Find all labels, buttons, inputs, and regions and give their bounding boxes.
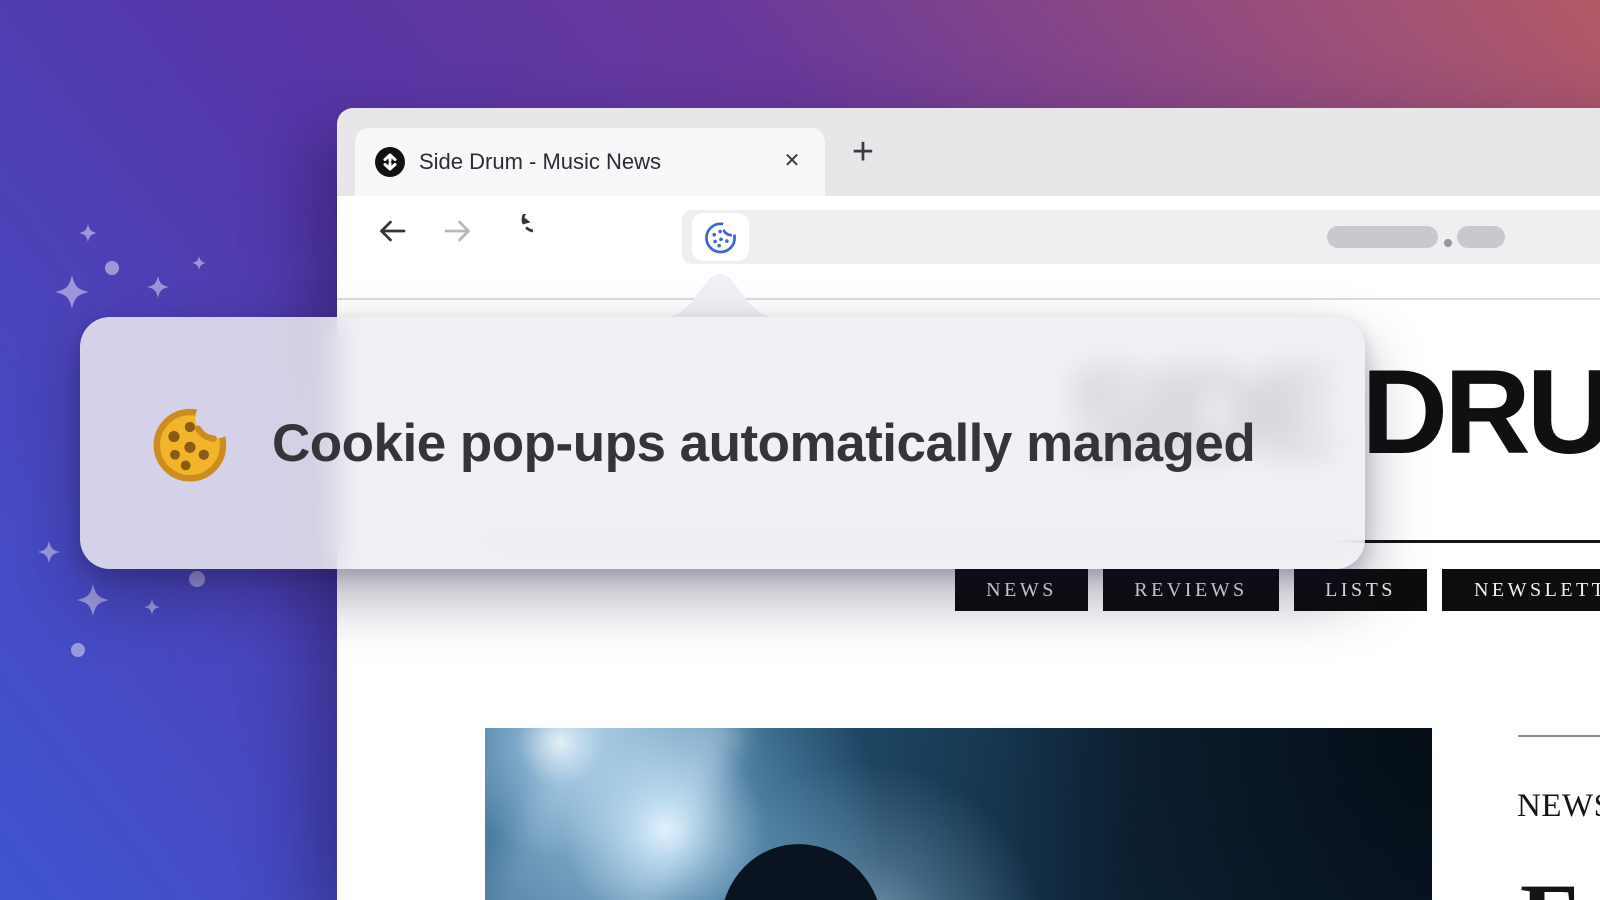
forward-button[interactable] [441,214,475,248]
reload-button[interactable] [499,214,533,248]
back-button[interactable] [375,214,409,248]
nav-item-lists[interactable]: LISTS [1294,569,1427,611]
callout-message: Cookie pop-ups automatically managed [272,413,1255,474]
url-redacted-pill-long [1327,226,1438,248]
cookie-extension-button[interactable] [692,213,749,261]
browser-tab[interactable]: Side Drum - Music News ✕ [355,128,825,196]
nav-item-newsletter[interactable]: NEWSLETTER [1442,569,1600,611]
nav-item-news[interactable]: NEWS [955,569,1088,611]
nav-item-reviews[interactable]: REVIEWS [1103,569,1279,611]
site-nav: NEWS REVIEWS LISTS NEWSLETTER [0,569,1600,611]
browser-toolbar [337,196,1600,300]
cookie-icon [701,217,741,257]
concert-photo [485,728,1432,900]
crowd-silhouette [715,838,883,900]
new-tab-button[interactable]: + [841,130,885,178]
sidebar-divider [1518,735,1600,737]
cookie-callout: Cookie pop-ups automatically managed [80,317,1365,569]
url-redacted-pill-short [1457,226,1505,248]
url-separator-dot [1444,239,1452,247]
sidebar-section-label: NEWS [1517,788,1600,825]
tab-close-button[interactable]: ✕ [775,128,809,196]
tab-title: Side Drum - Music News [419,128,661,196]
sidebar-headline-initial: F [1520,870,1579,900]
cookie-emoji-icon [144,396,238,490]
site-favicon-icon [375,147,405,177]
stage: Side Drum - Music News ✕ + [0,0,1600,900]
address-bar[interactable] [682,210,1600,264]
